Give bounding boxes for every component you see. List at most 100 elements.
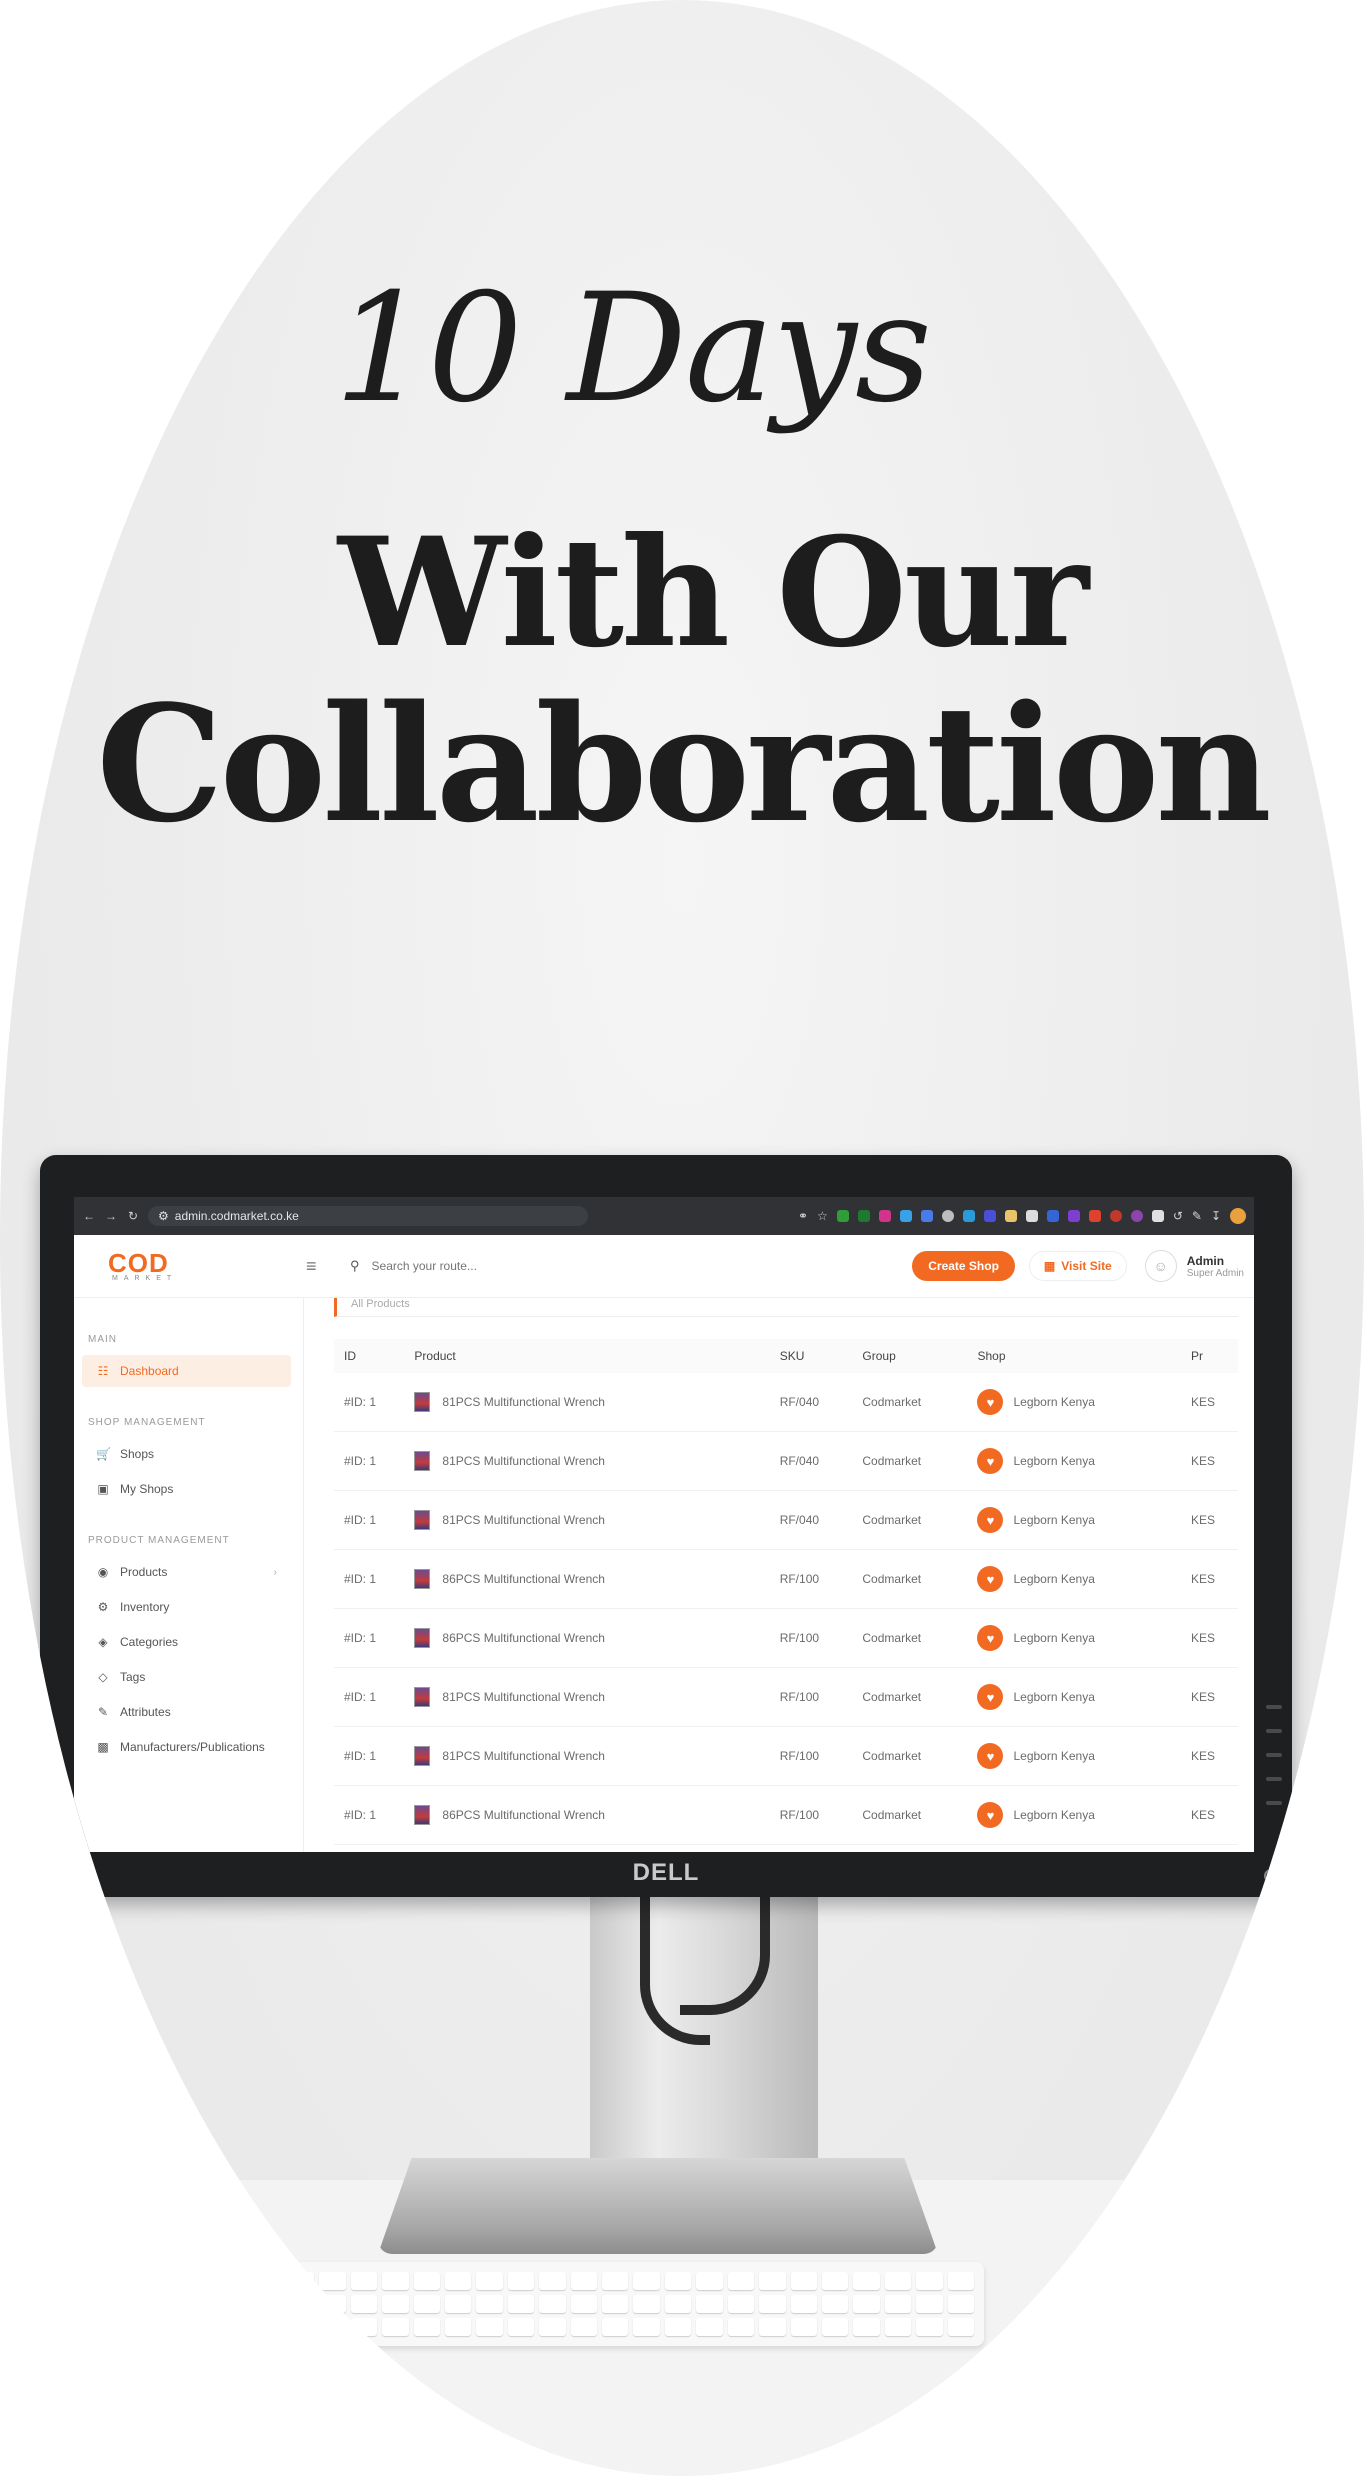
extension-icon[interactable] bbox=[878, 1210, 891, 1222]
keyboard-key bbox=[759, 2318, 786, 2336]
forward-icon[interactable]: → bbox=[104, 1209, 118, 1223]
keyboard-key bbox=[821, 2295, 849, 2313]
extension-icon[interactable] bbox=[962, 1210, 975, 1222]
site-info-icon[interactable]: ⚙ bbox=[158, 1209, 169, 1223]
table-row[interactable]: #ID: 1 81PCS Multifunctional Wrench RF/100… bbox=[334, 1726, 1238, 1786]
column-header-shop[interactable]: Shop bbox=[967, 1339, 1181, 1373]
product-thumbnail bbox=[414, 1805, 431, 1825]
keyboard-key bbox=[319, 2272, 346, 2290]
sidebar-item-manufacturers[interactable]: ▩ Manufacturers/Publications bbox=[82, 1731, 291, 1763]
extension-icon[interactable] bbox=[836, 1210, 849, 1222]
back-icon[interactable]: ← bbox=[82, 1209, 96, 1223]
column-header-price[interactable]: Pr bbox=[1180, 1339, 1238, 1373]
sidebar-item-categories[interactable]: ◈ Categories bbox=[82, 1626, 291, 1658]
keyboard-key bbox=[884, 2295, 912, 2313]
extension-icon[interactable] bbox=[1109, 1210, 1122, 1222]
sidebar-section-main: MAIN bbox=[88, 1334, 117, 1345]
table-row[interactable]: #ID: 1 81PCS Multifunctional Wrench RF/040… bbox=[334, 1490, 1238, 1550]
sidebar-item-attributes[interactable]: ✎ Attributes bbox=[82, 1696, 291, 1728]
extension-icon[interactable] bbox=[983, 1210, 996, 1222]
keyboard-key bbox=[570, 2295, 598, 2313]
keyboard-key bbox=[884, 2272, 912, 2290]
product-name: 81PCS Multifunctional Wrench bbox=[442, 1513, 605, 1527]
extension-icon[interactable] bbox=[1130, 1210, 1143, 1222]
download-icon[interactable]: ↧ bbox=[1211, 1209, 1221, 1223]
extension-icon[interactable] bbox=[941, 1210, 954, 1222]
table-row[interactable]: #ID: 1 81PCS Multifunctional Wrench RF/040… bbox=[334, 1373, 1238, 1432]
cell-product: 86PCS Multifunctional Wrench bbox=[404, 1785, 770, 1845]
product-name: 81PCS Multifunctional Wrench bbox=[442, 1690, 605, 1704]
cell-group: Codmarket bbox=[852, 1490, 968, 1550]
sidebar-item-my-shops[interactable]: ▣ My Shops bbox=[82, 1473, 291, 1505]
table-row[interactable]: #ID: 1 86PCS Multifunctional Wrench RF/100… bbox=[334, 1608, 1238, 1668]
keyboard-key bbox=[727, 2318, 755, 2336]
extension-icon[interactable] bbox=[1046, 1210, 1059, 1222]
sidebar-item-tags[interactable]: ◇ Tags bbox=[82, 1661, 291, 1693]
sidebar-item-dashboard[interactable]: ☷ Dashboard bbox=[82, 1355, 291, 1387]
power-icon[interactable] bbox=[1264, 1869, 1278, 1883]
cell-group: Codmarket bbox=[852, 1373, 968, 1432]
product-name: 86PCS Multifunctional Wrench bbox=[442, 1808, 605, 1822]
extension-icon[interactable] bbox=[857, 1210, 870, 1222]
keyboard-key bbox=[288, 2295, 315, 2313]
extension-icon[interactable] bbox=[920, 1210, 933, 1222]
cell-product: 81PCS Multifunctional Wrench bbox=[404, 1431, 770, 1491]
keyboard-key bbox=[602, 2318, 629, 2336]
shop-logo-icon: ♥ bbox=[977, 1743, 1004, 1769]
address-bar[interactable]: ⚙ admin.codmarket.co.ke bbox=[148, 1206, 588, 1226]
profile-avatar-icon[interactable] bbox=[1230, 1208, 1246, 1224]
extension-icon[interactable] bbox=[1088, 1210, 1101, 1222]
table-row[interactable]: #ID: 1 86PCS Multifunctional Wrench RF/100… bbox=[334, 1549, 1238, 1609]
user-menu[interactable]: ☺ Admin Super Admin bbox=[1144, 1250, 1244, 1282]
menu-toggle-icon[interactable]: ≡ bbox=[306, 1256, 336, 1277]
table-row[interactable]: #ID: 1 81PCS Multifunctional Wrench RF/040… bbox=[334, 1431, 1238, 1491]
product-thumbnail bbox=[414, 1510, 431, 1530]
headline-with-our: With Our bbox=[337, 505, 1089, 681]
sidebar-item-shops[interactable]: 🛒 Shops bbox=[82, 1438, 291, 1470]
keyboard-key bbox=[476, 2318, 503, 2336]
sidebar-item-inventory[interactable]: ⚙ Inventory bbox=[82, 1591, 291, 1623]
table-row[interactable]: #ID: 1 81PCS Multifunctional Wrench RF/100… bbox=[334, 1667, 1238, 1727]
table-row[interactable]: #ID: 1 86PCS Multifunctional Wrench RF/100… bbox=[334, 1785, 1238, 1845]
history-icon[interactable]: ↺ bbox=[1173, 1209, 1183, 1223]
column-header-sku[interactable]: SKU bbox=[769, 1339, 853, 1373]
create-shop-button[interactable]: Create Shop bbox=[912, 1251, 1015, 1281]
sidebar-item-products[interactable]: ◉ Products › bbox=[82, 1556, 291, 1588]
cell-id: #ID: 1 bbox=[334, 1549, 405, 1609]
visit-site-button[interactable]: ▦ Visit Site bbox=[1028, 1251, 1127, 1281]
user-avatar-icon: ☺ bbox=[1144, 1250, 1177, 1282]
keyboard-key bbox=[476, 2272, 503, 2290]
cell-sku: RF/100 bbox=[769, 1608, 853, 1668]
cell-shop: ♥ Legborn Kenya bbox=[967, 1785, 1181, 1845]
user-role: Super Admin bbox=[1186, 1267, 1244, 1279]
column-header-group[interactable]: Group bbox=[852, 1339, 968, 1373]
extension-icon[interactable] bbox=[1067, 1210, 1080, 1222]
panel-title: All Products bbox=[334, 1298, 1238, 1317]
logo[interactable]: COD MARKET bbox=[74, 1250, 306, 1282]
extensions-puzzle-icon[interactable]: ✎ bbox=[1192, 1209, 1202, 1223]
column-header-product[interactable]: Product bbox=[404, 1339, 770, 1373]
monitor-buttons bbox=[1266, 1705, 1282, 1825]
sidebar-item-label: Manufacturers/Publications bbox=[120, 1740, 265, 1754]
keyboard-key bbox=[916, 2295, 943, 2313]
column-header-id[interactable]: ID bbox=[334, 1339, 405, 1373]
keyboard-key bbox=[539, 2318, 566, 2336]
search-input[interactable] bbox=[369, 1258, 654, 1274]
sidebar-item-label: Shops bbox=[120, 1447, 155, 1461]
product-thumbnail bbox=[414, 1569, 431, 1589]
extension-icon[interactable] bbox=[899, 1210, 912, 1222]
extension-icon[interactable] bbox=[1025, 1210, 1038, 1222]
sidebar-item-label: Inventory bbox=[120, 1600, 170, 1614]
cell-product: 81PCS Multifunctional Wrench bbox=[404, 1667, 770, 1727]
bookmark-star-icon[interactable]: ☆ bbox=[817, 1209, 828, 1223]
keyboard-key bbox=[382, 2272, 409, 2290]
share-icon[interactable]: ⚭ bbox=[798, 1209, 808, 1223]
cell-sku: RF/100 bbox=[769, 1726, 853, 1786]
extension-icon[interactable] bbox=[1151, 1210, 1164, 1222]
extension-icon[interactable] bbox=[1004, 1210, 1017, 1222]
keyboard-key bbox=[413, 2318, 441, 2336]
sidebar-item-label: Products bbox=[120, 1565, 168, 1579]
reload-icon[interactable]: ↻ bbox=[126, 1209, 140, 1223]
product-thumbnail bbox=[414, 1746, 431, 1766]
keyboard-key bbox=[445, 2295, 472, 2313]
